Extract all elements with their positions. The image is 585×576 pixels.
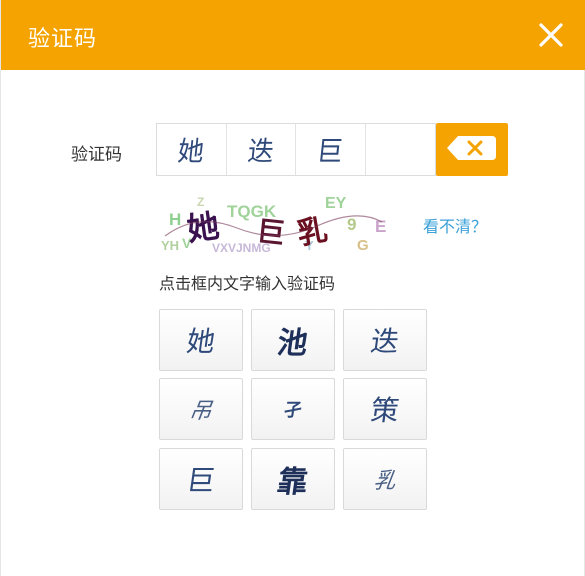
input-slot-2[interactable]: 迭: [227, 124, 296, 175]
refresh-captcha-link[interactable]: 看不清？: [423, 213, 487, 237]
dialog-title: 验证码: [28, 27, 98, 52]
close-icon[interactable]: [536, 20, 566, 50]
char-choice-5[interactable]: 孑: [251, 378, 335, 440]
backspace-button[interactable]: [436, 123, 508, 176]
captcha-noise: EY: [325, 195, 347, 212]
captcha-char: 巨: [255, 215, 286, 251]
char-choice-glyph: 她: [184, 325, 218, 358]
captcha-char: 她: [185, 207, 222, 249]
char-choice-2[interactable]: 池: [251, 309, 335, 371]
captcha-noise: H: [169, 210, 181, 229]
char-choice-glyph: 吊: [187, 399, 214, 424]
char-choice-6[interactable]: 策: [343, 378, 427, 440]
input-slot-char: 她: [176, 136, 206, 168]
backspace-icon: [444, 132, 500, 168]
char-choice-8[interactable]: 靠: [251, 448, 335, 510]
captcha-image[interactable]: TQGK EY H V 9 E G YH VXVJNMG Z Y 她 巨 乳: [157, 192, 387, 255]
captcha-noise: Z: [197, 195, 204, 209]
char-choice-7[interactable]: 巨: [159, 448, 243, 510]
char-choice-glyph: 乳: [371, 469, 398, 494]
char-choice-glyph: 迭: [368, 325, 402, 358]
char-choice-grid: 她 池 迭 吊 孑 策 巨 靠 乳: [159, 309, 429, 511]
captcha-input-label: 验证码: [71, 145, 122, 165]
char-choice-glyph: 巨: [184, 464, 218, 497]
char-choice-3[interactable]: 迭: [343, 309, 427, 371]
input-slot-1[interactable]: 她: [157, 124, 227, 175]
captcha-dialog: 验证码 验证码 她 迭 巨 TQGK EY H V 9 E G YH VXVJN…: [0, 0, 585, 576]
captcha-noise: 9: [347, 215, 356, 234]
char-choice-glyph: 策: [368, 394, 402, 427]
input-slot-char: 迭: [245, 136, 276, 168]
input-slot-4[interactable]: [366, 124, 436, 175]
char-choice-9[interactable]: 乳: [343, 448, 427, 510]
captcha-input-slots: 她 迭 巨: [156, 123, 436, 176]
captcha-noise: YH: [161, 238, 179, 253]
char-choice-glyph: 池: [275, 326, 310, 361]
captcha-hint: 点击框内文字输入验证码: [159, 274, 336, 293]
input-slot-char: 巨: [315, 136, 345, 168]
input-slot-3[interactable]: 巨: [296, 124, 366, 175]
captcha-noise: G: [357, 237, 369, 254]
char-choice-glyph: 靠: [275, 465, 310, 500]
char-choice-1[interactable]: 她: [159, 309, 243, 371]
char-choice-4[interactable]: 吊: [159, 378, 243, 440]
char-choice-glyph: 孑: [282, 400, 304, 421]
dialog-titlebar: 验证码: [1, 0, 585, 70]
